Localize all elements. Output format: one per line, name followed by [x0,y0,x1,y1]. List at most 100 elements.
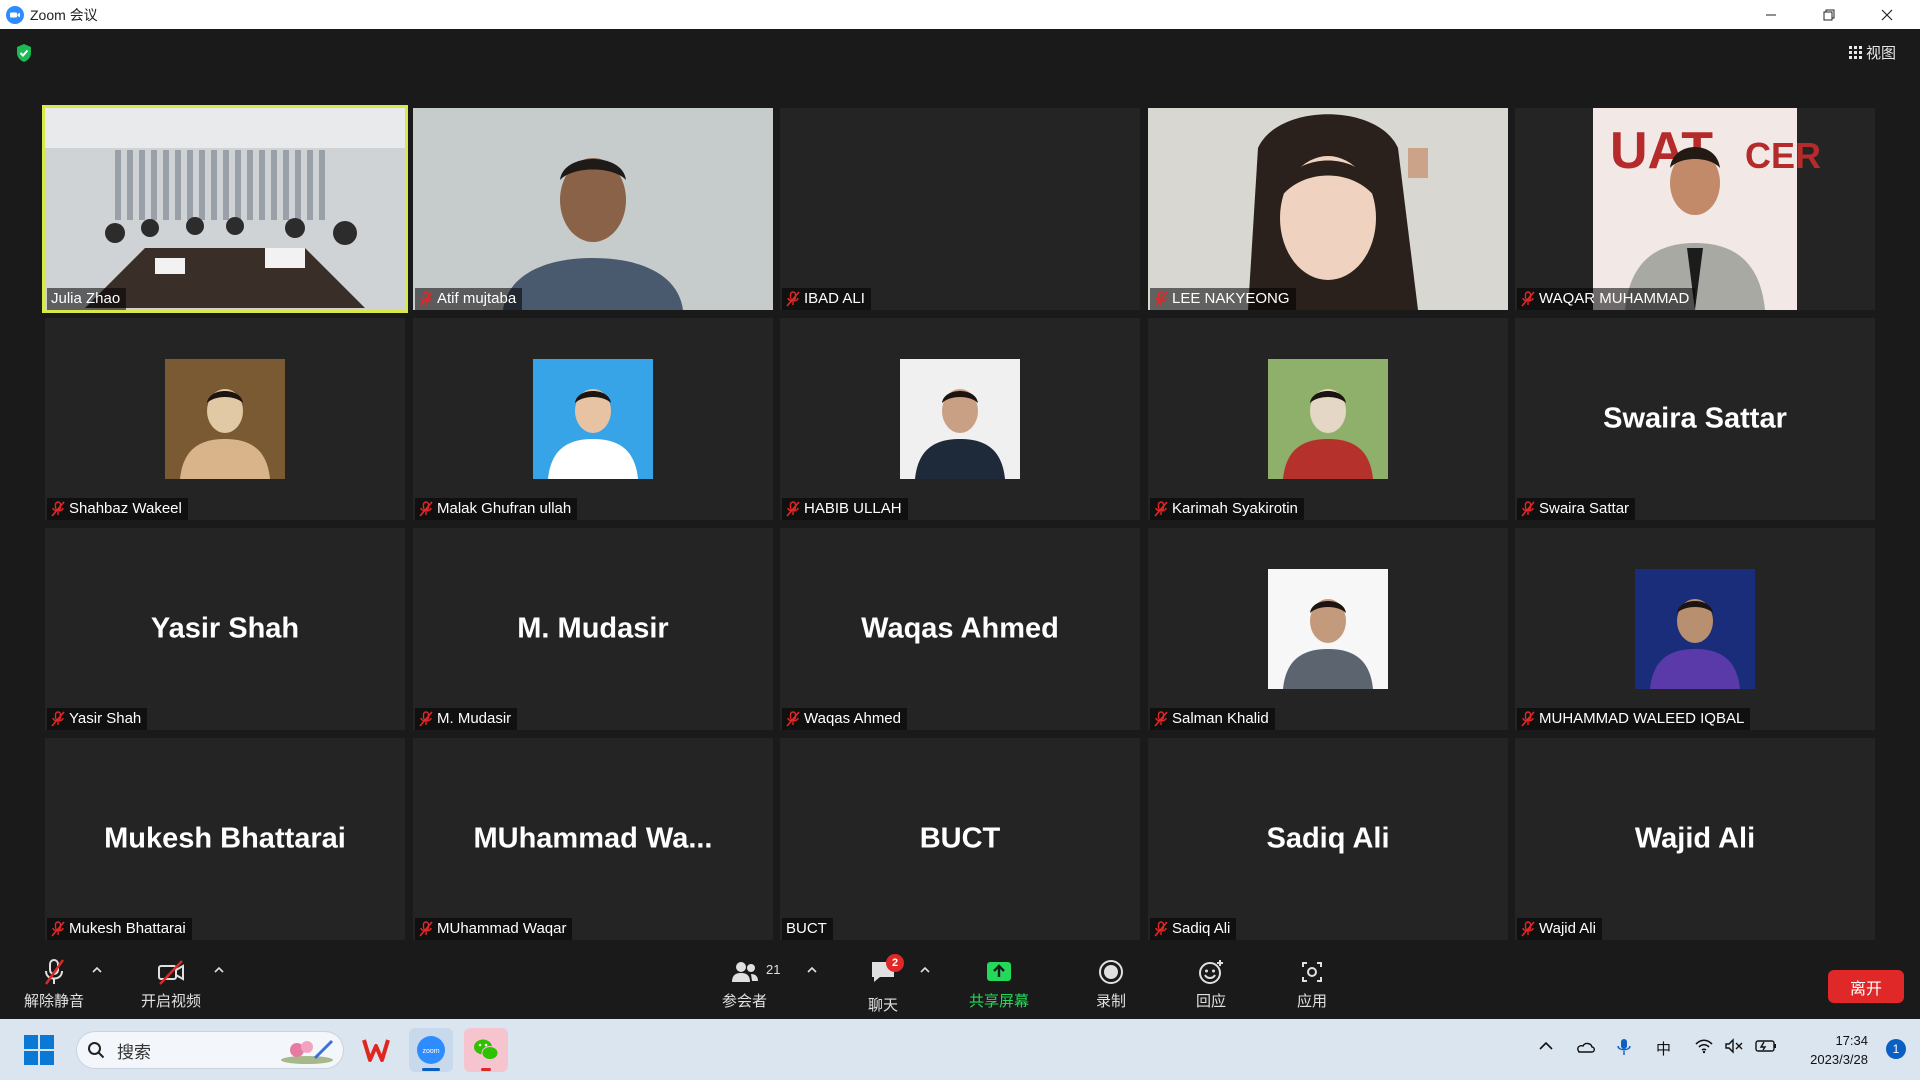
system-clock[interactable]: 17:34 2023/3/28 [1810,1031,1868,1069]
view-label: 视图 [1865,45,1896,62]
windows-start-icon[interactable] [24,1035,54,1065]
video-options-chevron-icon[interactable] [214,966,224,974]
zoom-active-indicator [422,1068,440,1071]
record-button[interactable]: 录制 [1096,958,1126,1011]
minimize-icon [1766,14,1776,15]
close-button[interactable] [1858,0,1916,29]
audio-options-chevron-icon[interactable] [92,966,102,974]
participant-name-label: Malak Ghufran ullah [415,498,578,520]
participant-name: Karimah Syakirotin [1172,500,1298,517]
chat-chevron-icon[interactable] [920,966,930,974]
windows-taskbar: 搜索 zoom 中 17:34 2023/3/28 1 [0,1019,1920,1080]
participant-avatar [1268,359,1388,479]
participant-video [1148,108,1508,310]
participant-name: Atif mujtaba [437,290,517,307]
wechat-indicator [481,1068,491,1071]
participant-tile[interactable]: Salman Khalid [1148,528,1508,730]
participant-tile[interactable]: MUhammad Wa... MUhammad Waqar [413,738,773,940]
chat-button[interactable]: 2 聊天 [868,954,904,1015]
participant-name: Yasir Shah [69,710,142,727]
unmute-label: 解除静音 [24,993,85,1010]
participant-name: Shahbaz Wakeel [69,500,182,517]
leave-button[interactable]: 离开 [1828,970,1904,1003]
zoom-taskbar-app[interactable]: zoom [409,1028,453,1072]
participant-tile[interactable]: Julia Zhao [42,105,408,313]
wps-office-app[interactable] [354,1028,398,1072]
participant-tile[interactable]: Mukesh Bhattarai Mukesh Bhattarai [45,738,405,940]
participant-tile[interactable]: Swaira Sattar Swaira Sattar [1515,318,1875,520]
participants-button[interactable]: 21 参会者 [722,958,780,1011]
participant-big-name: Wajid Ali [1634,822,1756,855]
share-screen-button[interactable]: 共享屏幕 [969,958,1029,1011]
participant-name-label: Yasir Shah [47,708,148,730]
mic-muted-icon [419,711,433,727]
share-screen-icon [987,962,1011,981]
clock-date: 2023/3/28 [1810,1052,1868,1067]
participant-big-name: Waqas Ahmed [861,612,1059,645]
mic-muted-icon [1154,921,1168,937]
participant-tile[interactable]: Yasir Shah Yasir Shah [45,528,405,730]
meeting-toolbar: 解除静音 开启视频 21 参会者 2 聊天 共享屏幕 录制 回应 应用 离开 [0,948,1920,1019]
unmute-button[interactable]: 解除静音 [24,958,84,1011]
svg-text:zoom: zoom [422,1048,439,1055]
share-screen-label: 共享屏幕 [969,993,1030,1010]
svg-text:CER: CER [1745,135,1821,176]
participant-tile[interactable]: Karimah Syakirotin [1148,318,1508,520]
tray-overflow-chevron-icon[interactable] [1538,1038,1554,1054]
participant-tile[interactable]: BUCT BUCT [780,738,1140,940]
meeting-area: 视图 Julia Zhao Atif mujtaba IBAD ALI LEE NAK… [0,29,1920,1019]
participant-tile[interactable]: Malak Ghufran ullah [413,318,773,520]
participant-tile[interactable]: Wajid Ali Wajid Ali [1515,738,1875,940]
participant-name-label: Swaira Sattar [1517,498,1636,520]
mic-muted-icon [1154,291,1168,307]
mic-muted-icon [786,291,800,307]
mic-muted-icon [786,501,800,517]
microphone-tray-icon[interactable] [1616,1038,1632,1056]
participant-tile[interactable]: UAT CER WAQAR MUHAMMAD [1515,108,1875,310]
participant-tile[interactable]: Atif mujtaba [413,108,773,310]
participant-tile[interactable]: IBAD ALI [780,108,1140,310]
title-bar: Zoom 会议 [0,0,1920,29]
participant-name: BUCT [786,920,827,937]
wifi-icon[interactable] [1694,1038,1714,1054]
view-button[interactable]: 视图 [1848,42,1896,63]
participant-tile[interactable]: Sadiq Ali Sadiq Ali [1148,738,1508,940]
participant-tile[interactable]: M. Mudasir M. Mudasir [413,528,773,730]
participant-name-label: Wajid Ali [1517,918,1602,940]
participant-tile[interactable]: LEE NAKYEONG [1148,108,1508,310]
participant-name: HABIB ULLAH [804,500,902,517]
restore-button[interactable] [1800,0,1858,29]
participants-icon [731,962,758,982]
encryption-shield-icon[interactable] [15,43,33,63]
participant-name-label: Shahbaz Wakeel [47,498,188,520]
notification-badge[interactable]: 1 [1886,1039,1906,1059]
volume-muted-icon[interactable] [1724,1038,1744,1054]
participant-video [45,108,405,310]
zoom-logo-icon [6,5,24,24]
participant-name: IBAD ALI [804,290,865,307]
taskbar-search[interactable]: 搜索 [76,1031,344,1069]
minimize-button[interactable] [1742,0,1800,29]
participant-name-label: MUHAMMAD WALEED IQBAL [1517,708,1751,730]
participants-label: 参会者 [722,993,768,1010]
reactions-button[interactable]: 回应 [1196,958,1226,1011]
participant-tile[interactable]: HABIB ULLAH [780,318,1140,520]
participant-tile[interactable]: Shahbaz Wakeel [45,318,405,520]
participant-name: Mukesh Bhattarai [69,920,186,937]
chat-badge: 2 [886,954,904,972]
mic-off-icon [45,959,64,985]
start-video-button[interactable]: 开启视频 [141,958,201,1011]
participant-tile[interactable]: Waqas Ahmed Waqas Ahmed [780,528,1140,730]
participants-chevron-icon[interactable] [807,966,817,974]
battery-charging-icon[interactable] [1754,1038,1778,1054]
reactions-icon [1199,960,1223,984]
participant-name-label: M. Mudasir [415,708,518,730]
mic-muted-icon [1521,711,1535,727]
participant-name: Waqas Ahmed [804,710,901,727]
search-placeholder: 搜索 [117,1042,151,1062]
onedrive-cloud-icon[interactable] [1574,1038,1596,1054]
participant-tile[interactable]: MUHAMMAD WALEED IQBAL [1515,528,1875,730]
wechat-app[interactable] [464,1028,508,1072]
apps-button[interactable]: 应用 [1297,958,1327,1011]
ime-indicator[interactable]: 中 [1656,1038,1671,1059]
